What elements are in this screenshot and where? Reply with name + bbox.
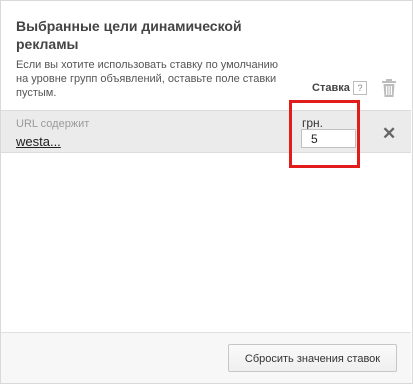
panel-description: Если вы хотите использовать ставку по ум… (16, 59, 279, 99)
reset-bids-button[interactable]: Сбросить значения ставок (228, 344, 397, 372)
panel-title: Выбранные цели динамической рекламы (16, 18, 242, 52)
bid-column-header: Ставка (312, 82, 350, 94)
help-icon[interactable]: ? (353, 81, 367, 95)
trash-icon[interactable] (381, 79, 397, 102)
condition-label: URL содержит (16, 118, 90, 130)
condition-value-link[interactable]: westa... (16, 134, 61, 149)
highlight-box (289, 100, 360, 168)
close-icon[interactable]: ✕ (382, 125, 396, 142)
